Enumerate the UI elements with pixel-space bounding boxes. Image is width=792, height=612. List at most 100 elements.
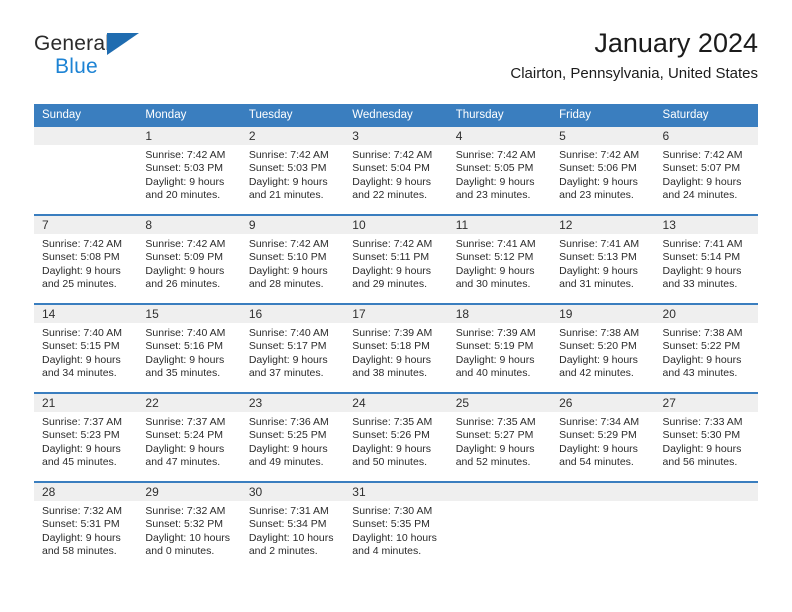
sunrise-text: Sunrise: 7:42 AM [352,238,433,250]
day-cell[interactable]: 25 Sunrise: 7:35 AM Sunset: 5:27 PM Dayligh… [447,392,552,482]
day-cell[interactable]: 1 Sunrise: 7:42 AM Sunset: 5:03 PM Daylight… [137,127,241,215]
day-cell[interactable]: 17 Sunrise: 7:39 AM Sunset: 5:18 PM Dayligh… [344,303,448,393]
day-cell[interactable]: 11 Sunrise: 7:41 AM Sunset: 5:12 PM Dayligh… [447,214,552,304]
weekday-header-thursday: Thursday [447,104,552,127]
sunset-text: Sunset: 5:05 PM [455,162,534,175]
sunset-text: Sunset: 5:27 PM [455,429,534,442]
sunrise-text: Sunrise: 7:42 AM [352,149,433,161]
day-cell[interactable]: 15 Sunrise: 7:40 AM Sunset: 5:16 PM Dayligh… [137,303,241,393]
day-cell[interactable]: 14 Sunrise: 7:40 AM Sunset: 5:15 PM Dayligh… [34,303,138,393]
daylight-text-line2: and 21 minutes. [248,189,324,202]
day-cell[interactable]: 9 Sunrise: 7:42 AM Sunset: 5:10 PM Daylight… [240,214,345,304]
day-number: 10 [344,216,448,234]
day-cell[interactable]: 31 Sunrise: 7:30 AM Sunset: 5:35 PM Dayligh… [344,481,448,570]
sunrise-text: Sunrise: 7:30 AM [352,505,433,517]
day-cell[interactable]: 10 Sunrise: 7:42 AM Sunset: 5:11 PM Dayligh… [344,214,448,304]
day-cell[interactable]: 6 Sunrise: 7:42 AM Sunset: 5:07 PM Daylight… [654,127,758,215]
daylight-text-line1: Daylight: 9 hours [455,264,535,277]
calendar-week-row: 14 Sunrise: 7:40 AM Sunset: 5:15 PM Dayligh… [34,303,758,393]
sunrise-text: Sunrise: 7:32 AM [42,505,122,517]
day-cell[interactable] [551,481,655,570]
sunrise-text: Sunrise: 7:34 AM [559,416,640,428]
daylight-text-line1: Daylight: 9 hours [662,264,742,277]
daylight-text-line2: and 54 minutes. [559,456,634,469]
day-cell[interactable] [447,481,552,570]
daylight-text-line1: Daylight: 9 hours [248,175,328,188]
day-details: Sunrise: 7:42 AM Sunset: 5:03 PM Daylight:… [137,145,240,203]
day-number: 26 [551,394,655,412]
sunset-text: Sunset: 5:30 PM [662,429,741,442]
day-cell[interactable]: 16 Sunrise: 7:40 AM Sunset: 5:17 PM Dayligh… [240,303,345,393]
day-number: 8 [137,216,241,234]
sunrise-text: Sunrise: 7:39 AM [352,327,433,339]
day-number: 16 [240,305,345,323]
day-cell[interactable]: 5 Sunrise: 7:42 AM Sunset: 5:06 PM Daylight… [551,127,655,215]
day-cell[interactable]: 20 Sunrise: 7:38 AM Sunset: 5:22 PM Dayligh… [654,303,758,393]
calendar-body: 1 Sunrise: 7:42 AM Sunset: 5:03 PM Daylight… [34,127,758,570]
day-cell[interactable]: 13 Sunrise: 7:41 AM Sunset: 5:14 PM Dayligh… [654,214,758,304]
day-cell[interactable] [34,127,138,215]
day-details: Sunrise: 7:39 AM Sunset: 5:18 PM Daylight:… [344,323,447,381]
day-number [447,483,552,501]
daylight-text-line2: and 20 minutes. [145,189,221,202]
sunset-text: Sunset: 5:09 PM [145,251,224,264]
day-cell[interactable]: 21 Sunrise: 7:37 AM Sunset: 5:23 PM Dayligh… [34,392,138,482]
day-details: Sunrise: 7:42 AM Sunset: 5:04 PM Daylight:… [344,145,447,203]
day-details: Sunrise: 7:31 AM Sunset: 5:34 PM Daylight:… [241,501,344,559]
sunrise-text: Sunrise: 7:40 AM [248,327,329,339]
day-cell[interactable]: 23 Sunrise: 7:36 AM Sunset: 5:25 PM Dayligh… [240,392,345,482]
day-cell[interactable]: 29 Sunrise: 7:32 AM Sunset: 5:32 PM Dayligh… [137,481,241,570]
sunset-text: Sunset: 5:04 PM [352,162,430,175]
sunrise-text: Sunrise: 7:40 AM [145,327,226,339]
day-details [551,501,654,505]
sunrise-text: Sunrise: 7:31 AM [248,505,329,517]
day-number: 11 [447,216,552,234]
day-number: 18 [447,305,552,323]
daylight-text-line1: Daylight: 9 hours [145,442,225,455]
sunrise-text: Sunrise: 7:40 AM [42,327,122,339]
sunrise-text: Sunrise: 7:42 AM [559,149,640,161]
day-number: 22 [137,394,241,412]
day-cell[interactable] [654,481,758,570]
daylight-text-line2: and 35 minutes. [145,367,221,380]
day-cell[interactable]: 30 Sunrise: 7:31 AM Sunset: 5:34 PM Dayligh… [240,481,345,570]
day-number: 13 [654,216,758,234]
daylight-text-line2: and 28 minutes. [248,278,324,291]
day-cell[interactable]: 3 Sunrise: 7:42 AM Sunset: 5:04 PM Daylight… [344,127,448,215]
daylight-text-line1: Daylight: 9 hours [662,175,742,188]
day-details: Sunrise: 7:39 AM Sunset: 5:19 PM Daylight:… [448,323,551,381]
day-number [654,483,758,501]
day-cell[interactable]: 2 Sunrise: 7:42 AM Sunset: 5:03 PM Daylight… [240,127,345,215]
sunset-text: Sunset: 5:11 PM [352,251,430,264]
daylight-text-line2: and 40 minutes. [455,367,531,380]
daylight-text-line1: Daylight: 9 hours [559,175,638,188]
day-cell[interactable]: 4 Sunrise: 7:42 AM Sunset: 5:05 PM Daylight… [447,127,552,215]
day-cell[interactable]: 26 Sunrise: 7:34 AM Sunset: 5:29 PM Dayligh… [551,392,655,482]
sunset-text: Sunset: 5:14 PM [662,251,741,264]
sunrise-text: Sunrise: 7:42 AM [455,149,536,161]
day-cell[interactable]: 7 Sunrise: 7:42 AM Sunset: 5:08 PM Daylight… [34,214,138,304]
day-details: Sunrise: 7:42 AM Sunset: 5:09 PM Daylight:… [137,234,240,292]
day-cell[interactable]: 12 Sunrise: 7:41 AM Sunset: 5:13 PM Dayligh… [551,214,655,304]
calendar-week-row: 7 Sunrise: 7:42 AM Sunset: 5:08 PM Daylight… [34,214,758,304]
day-cell[interactable]: 8 Sunrise: 7:42 AM Sunset: 5:09 PM Daylight… [137,214,241,304]
sunset-text: Sunset: 5:23 PM [42,429,120,442]
day-details: Sunrise: 7:37 AM Sunset: 5:23 PM Daylight:… [34,412,137,470]
day-cell[interactable]: 24 Sunrise: 7:35 AM Sunset: 5:26 PM Dayligh… [344,392,448,482]
day-cell[interactable]: 27 Sunrise: 7:33 AM Sunset: 5:30 PM Dayligh… [654,392,758,482]
sunset-text: Sunset: 5:24 PM [145,429,224,442]
weekday-header-saturday: Saturday [654,104,758,127]
day-details: Sunrise: 7:42 AM Sunset: 5:08 PM Daylight:… [34,234,137,292]
daylight-text-line2: and 45 minutes. [42,456,117,469]
day-cell[interactable]: 22 Sunrise: 7:37 AM Sunset: 5:24 PM Dayligh… [137,392,241,482]
day-cell[interactable]: 19 Sunrise: 7:38 AM Sunset: 5:20 PM Dayligh… [551,303,655,393]
sunset-text: Sunset: 5:32 PM [145,518,224,531]
calendar-week-row: 1 Sunrise: 7:42 AM Sunset: 5:03 PM Daylight… [34,127,758,215]
generalblue-logo[interactable]: General Blue [34,32,204,86]
calendar-header-row: Sunday Monday Tuesday Wednesday Thursday… [34,104,758,127]
sunset-text: Sunset: 5:29 PM [559,429,637,442]
sunrise-text: Sunrise: 7:37 AM [42,416,122,428]
day-cell[interactable]: 28 Sunrise: 7:32 AM Sunset: 5:31 PM Dayligh… [34,481,138,570]
daylight-text-line1: Daylight: 10 hours [145,531,231,544]
day-cell[interactable]: 18 Sunrise: 7:39 AM Sunset: 5:19 PM Dayligh… [447,303,552,393]
